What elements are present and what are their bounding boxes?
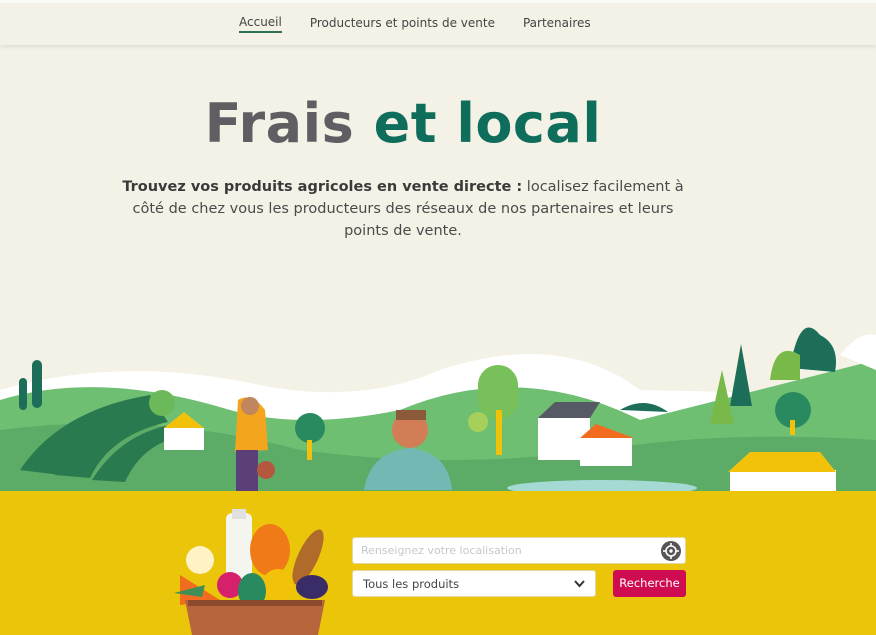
nav-link-producteurs[interactable]: Producteurs et points de vente <box>310 16 495 32</box>
hero-title-part1: Frais <box>204 92 355 155</box>
hero-title: Frais et local <box>0 92 806 155</box>
chevron-down-icon <box>574 580 585 588</box>
products-select[interactable]: Tous les produits <box>352 570 596 597</box>
top-navigation: Accueil Producteurs et points de vente P… <box>0 0 876 45</box>
location-field <box>352 537 686 564</box>
hero-title-part2: et local <box>373 92 602 155</box>
hero-description-bold: Trouvez vos produits agricoles en vente … <box>122 179 523 195</box>
nav-link-accueil[interactable]: Accueil <box>239 15 282 33</box>
search-button[interactable]: Recherche <box>613 570 686 597</box>
food-basket-illustration <box>174 509 328 635</box>
farm-landscape-illustration <box>0 327 876 495</box>
hero-description: Trouvez vos produits agricoles en vente … <box>110 176 696 242</box>
target-location-icon[interactable] <box>661 541 681 561</box>
products-select-value: Tous les produits <box>363 577 460 591</box>
location-input[interactable] <box>353 538 653 563</box>
nav-link-partenaires[interactable]: Partenaires <box>523 16 591 32</box>
